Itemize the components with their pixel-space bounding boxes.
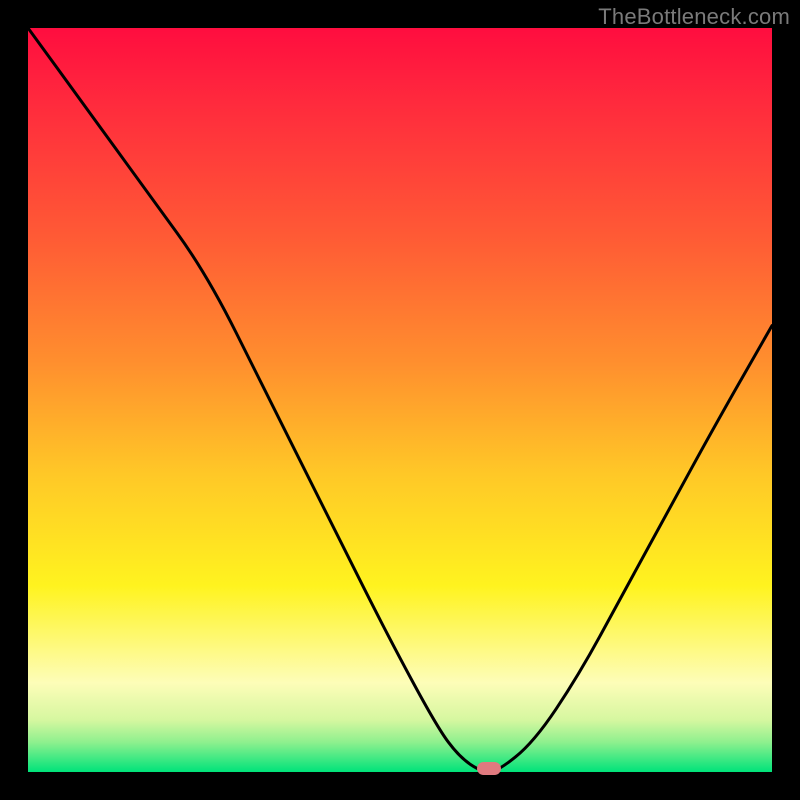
- chart-frame: TheBottleneck.com: [0, 0, 800, 800]
- watermark-text: TheBottleneck.com: [598, 4, 790, 30]
- chart-plot-area: [28, 28, 772, 772]
- bottleneck-curve: [28, 28, 772, 772]
- optimal-marker: [477, 762, 501, 775]
